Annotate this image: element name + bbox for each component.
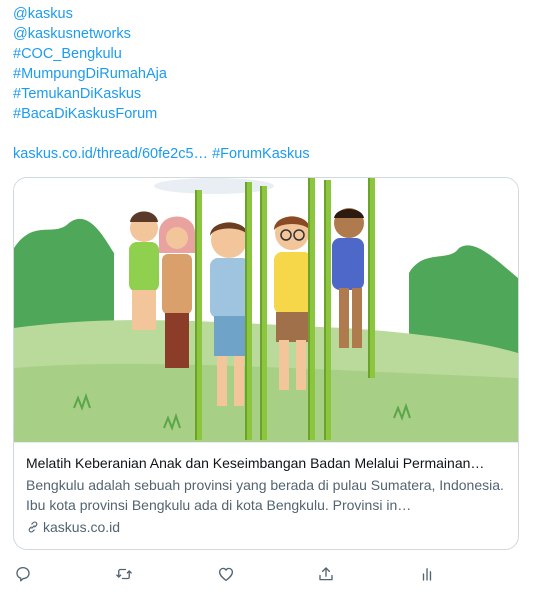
reply-icon [14, 565, 32, 583]
retweet-button[interactable] [110, 560, 138, 588]
link-preview-card[interactable]: Melatih Keberanian Anak dan Keseimbangan… [13, 177, 519, 550]
thread-link[interactable]: kaskus.co.id/thread/60fe2c5… [13, 146, 208, 162]
card-domain[interactable]: kaskus.co.id [26, 517, 506, 537]
hashtag-forumkaskus[interactable]: #ForumKaskus [212, 146, 310, 162]
reply-button[interactable] [9, 560, 37, 588]
mention-kaskus[interactable]: @kaskus [13, 4, 310, 24]
card-text: Melatih Keberanian Anak dan Keseimbangan… [26, 453, 506, 537]
card-description: Bengkulu adalah sebuah provinsi yang ber… [26, 477, 504, 513]
share-icon [317, 565, 335, 583]
card-domain-text: kaskus.co.id [43, 519, 121, 535]
retweet-icon [115, 565, 133, 583]
share-button[interactable] [312, 560, 340, 588]
hashtag-temukandikaskus[interactable]: #TemukanDiKaskus [13, 84, 310, 104]
like-button[interactable] [212, 560, 240, 588]
stilts-illustration [14, 178, 518, 442]
card-divider [14, 442, 518, 443]
mention-kaskusnetworks[interactable]: @kaskusnetworks [13, 24, 310, 44]
tweet-text: @kaskus @kaskusnetworks #COC_Bengkulu #M… [13, 4, 310, 164]
tweet-actions [0, 560, 544, 588]
link-row: kaskus.co.id/thread/60fe2c5… #ForumKasku… [13, 144, 310, 164]
like-icon [217, 565, 235, 583]
analytics-button[interactable] [414, 560, 442, 588]
hashtag-mumpungdirumahaja[interactable]: #MumpungDiRumahAja [13, 64, 310, 84]
analytics-icon [419, 565, 437, 583]
card-image[interactable] [14, 178, 518, 442]
card-title[interactable]: Melatih Keberanian Anak dan Keseimbangan… [26, 453, 506, 473]
hashtag-bacadikaskusforum[interactable]: #BacaDiKaskusForum [13, 104, 310, 124]
link-icon [26, 520, 40, 534]
hashtag-coc-bengkulu[interactable]: #COC_Bengkulu [13, 44, 310, 64]
